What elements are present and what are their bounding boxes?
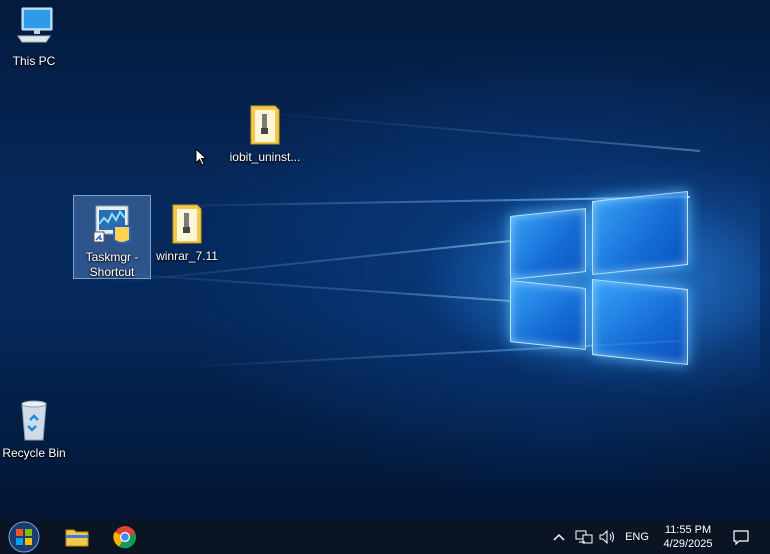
network-icon[interactable] [573,520,595,554]
windows-start-icon [8,521,40,553]
clock-time: 11:55 PM [664,524,712,536]
action-center-notification-icon[interactable] [728,520,754,554]
language-indicator[interactable]: ENG [622,520,652,554]
taskmgr-label: Taskmgr - Shortcut [85,250,139,279]
mouse-pointer-icon [195,147,208,171]
iobit-uninstaller-folder[interactable]: iobit_uninst... [227,100,303,165]
folder-icon [65,529,89,547]
task-manager-icon [88,200,136,248]
this-pc-label: This PC [12,54,56,68]
recycle-bin[interactable]: Recycle Bin [0,396,72,461]
winrar-label: winrar_7.11 [156,249,218,263]
taskmgr-shortcut[interactable]: Taskmgr - Shortcut [73,195,151,279]
chrome-button[interactable] [106,520,144,554]
volume-icon[interactable] [596,520,618,554]
recycle-bin-label: Recycle Bin [2,446,66,460]
windows-logo-wallpaper [508,188,688,374]
zip-folder-icon [241,100,289,148]
desktop[interactable]: This PC iobit_uninst... Taskmgr - Shortc… [0,0,770,520]
taskbar: ENG 11:55 PM 4/29/2025 [0,520,770,554]
recycle-bin-icon [10,396,58,444]
start-button[interactable] [4,520,44,554]
zip-folder-icon [163,199,211,247]
this-pc-shortcut[interactable]: This PC [0,4,72,69]
clock-date: 4/29/2025 [663,538,713,550]
chrome-icon [113,526,137,549]
iobit-label: iobit_uninst... [229,150,301,164]
show-hidden-icons-chevron-up-icon[interactable] [550,520,568,554]
clock[interactable]: 11:55 PM 4/29/2025 [652,523,724,551]
winrar-folder[interactable]: winrar_7.11 [149,199,225,264]
file-explorer-button[interactable] [58,520,96,554]
computer-icon [10,4,58,52]
